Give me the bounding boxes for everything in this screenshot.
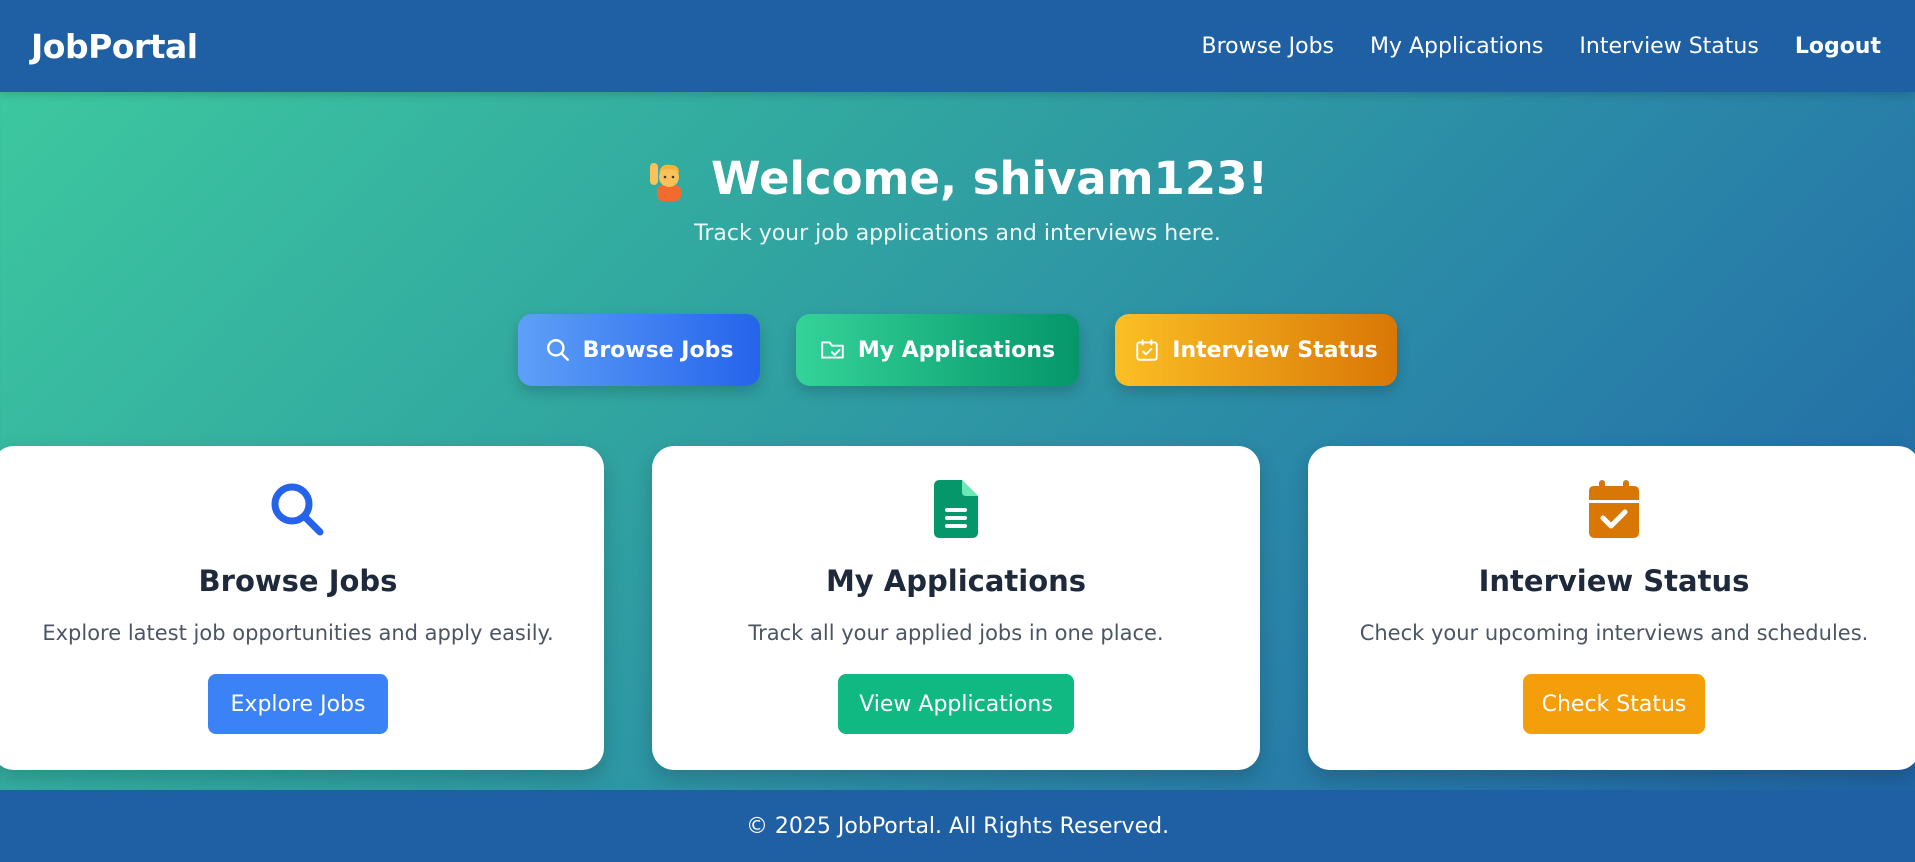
card-description: Explore latest job opportunities and app… [42,621,554,645]
welcome-title-text: Welcome, shivam123! [710,152,1269,205]
calendar-check-icon [1136,339,1159,361]
quick-actions: Browse Jobs My Applications Interview St… [0,314,1915,386]
card-title: Interview Status [1478,564,1750,598]
my-applications-button-label: My Applications [857,337,1056,363]
brand-logo[interactable]: JobPortal [31,27,198,66]
my-applications-card: My Applications Track all your applied j… [652,446,1260,770]
interview-status-button-label: Interview Status [1172,337,1378,363]
card-description: Check your upcoming interviews and sched… [1359,621,1869,645]
card-title: My Applications [825,564,1087,598]
document-icon [934,480,978,538]
hero-section: Welcome, shivam123! Track your job appli… [0,152,1915,246]
my-applications-button[interactable]: My Applications [796,314,1079,386]
footer: © 2025 JobPortal. All Rights Reserved. [0,790,1915,862]
navbar: JobPortal Browse Jobs My Applications In… [0,0,1915,92]
nav-links: Browse Jobs My Applications Interview St… [1166,34,1881,59]
interview-status-card: Interview Status Check your upcoming int… [1308,446,1915,770]
card-description: Track all your applied jobs in one place… [748,621,1164,645]
footer-copyright: © 2025 JobPortal. All Rights Reserved. [745,813,1170,839]
calendar-check-icon [1589,480,1639,538]
browse-jobs-button-label: Browse Jobs [582,337,734,363]
card-title: Browse Jobs [198,564,398,598]
interview-status-button[interactable]: Interview Status [1115,314,1397,386]
explore-jobs-button[interactable]: Explore Jobs [208,674,388,734]
browse-jobs-card: Browse Jobs Explore latest job opportuni… [0,446,604,770]
logout-link[interactable]: Logout [1795,34,1881,59]
nav-link-my-applications[interactable]: My Applications [1370,34,1543,59]
nav-link-interview-status[interactable]: Interview Status [1579,34,1758,59]
view-applications-button[interactable]: View Applications [838,674,1074,734]
check-status-button[interactable]: Check Status [1523,674,1705,734]
welcome-subtitle: Track your job applications and intervie… [694,221,1221,246]
browse-jobs-button[interactable]: Browse Jobs [518,314,760,386]
folder-check-icon [821,341,844,359]
search-icon [546,339,569,361]
feature-cards: Browse Jobs Explore latest job opportuni… [0,446,1915,770]
welcome-heading: Welcome, shivam123! [647,152,1268,205]
search-icon [271,483,324,536]
waving-person-icon [647,157,691,201]
nav-link-browse-jobs[interactable]: Browse Jobs [1202,34,1334,59]
